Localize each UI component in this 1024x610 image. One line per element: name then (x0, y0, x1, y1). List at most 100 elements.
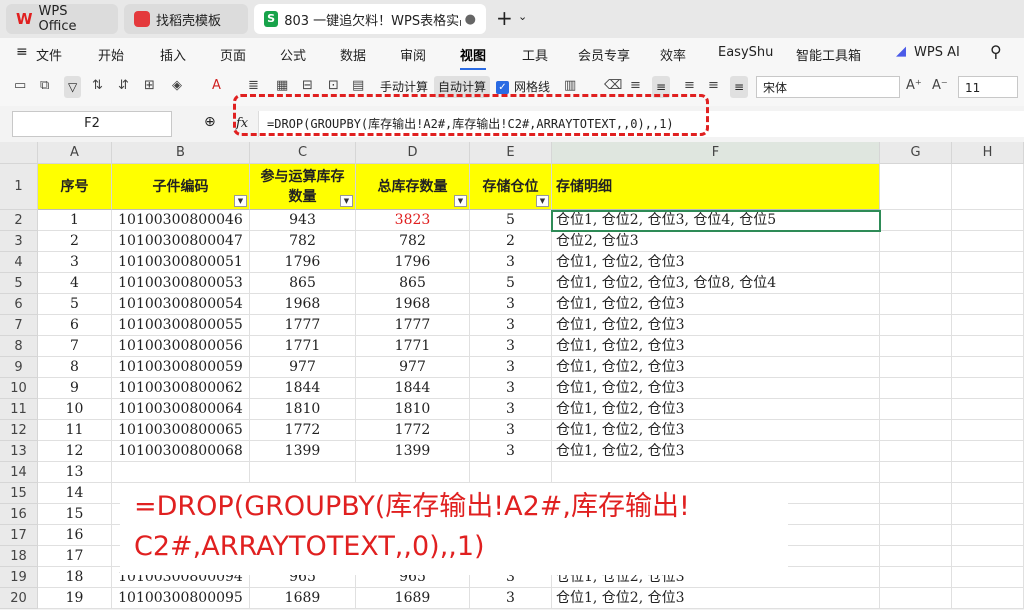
menu-review[interactable]: 审阅 (400, 45, 426, 64)
header-cell-code[interactable]: 子件编码 ▼ (112, 164, 250, 210)
empty-cell[interactable] (880, 441, 952, 462)
align-justify-icon[interactable]: ≡ (730, 76, 749, 98)
row-header[interactable]: 15 (0, 483, 38, 504)
cell-location-count[interactable]: 3 (470, 378, 552, 399)
freeze-icon[interactable]: ▦ (276, 78, 288, 93)
empty-cell[interactable] (880, 336, 952, 357)
paste-icon[interactable]: ▭ (14, 78, 26, 93)
cell-calc-qty[interactable]: 865 (250, 273, 356, 294)
header-cell-calc-qty[interactable]: 参与运算库存数量 ▼ (250, 164, 356, 210)
row-header[interactable]: 19 (0, 567, 38, 588)
font-size-select[interactable]: 11 (958, 76, 1018, 98)
cell-seq[interactable]: 14 (38, 483, 112, 504)
column-header-b[interactable]: B (112, 142, 250, 164)
empty-cell[interactable] (880, 252, 952, 273)
cell-code[interactable]: 10100300800046 (112, 210, 250, 231)
header-cell-seq[interactable]: 序号 (38, 164, 112, 210)
search-icon[interactable]: ⚲ (990, 42, 1002, 61)
align-center-icon[interactable]: ≡ (684, 78, 695, 93)
row-header[interactable]: 5 (0, 273, 38, 294)
row-header[interactable]: 6 (0, 294, 38, 315)
empty-cell[interactable] (880, 462, 952, 483)
filter-dropdown-icon[interactable]: ▼ (536, 195, 549, 207)
empty-cell[interactable] (952, 231, 1024, 252)
row-header[interactable]: 13 (0, 441, 38, 462)
cell-code[interactable] (112, 462, 250, 483)
cell-code[interactable]: 10100300800064 (112, 399, 250, 420)
menu-insert[interactable]: 插入 (160, 45, 186, 64)
menu-efficiency[interactable]: 效率 (660, 45, 686, 64)
cell-calc-qty[interactable]: 1810 (250, 399, 356, 420)
row-header[interactable]: 16 (0, 504, 38, 525)
gridlines-checkbox[interactable]: ✓ (496, 81, 509, 94)
header-cell-total-qty[interactable]: 总库存数量 ▼ (356, 164, 470, 210)
empty-cell[interactable] (880, 567, 952, 588)
cell-code[interactable]: 10100300800055 (112, 315, 250, 336)
cell-seq[interactable]: 13 (38, 462, 112, 483)
cell-location-detail[interactable]: 仓位1, 仓位2, 仓位3 (552, 315, 880, 336)
cell-seq[interactable]: 17 (38, 546, 112, 567)
cell-location-detail[interactable]: 仓位1, 仓位2, 仓位3 (552, 252, 880, 273)
tab-wps-office[interactable]: W WPS Office (6, 4, 118, 34)
cell-location-detail[interactable]: 仓位1, 仓位2, 仓位3 (552, 420, 880, 441)
cell-location-detail[interactable]: 仓位1, 仓位2, 仓位3 (552, 336, 880, 357)
empty-cell[interactable] (952, 504, 1024, 525)
empty-cell[interactable] (952, 273, 1024, 294)
cell-code[interactable]: 10100300800047 (112, 231, 250, 252)
column-header-h[interactable]: H (952, 142, 1024, 164)
cell-seq[interactable]: 6 (38, 315, 112, 336)
font-name-select[interactable]: 宋体 (756, 76, 900, 98)
cell-code[interactable]: 10100300800068 (112, 441, 250, 462)
cell-calc-qty[interactable]: 1772 (250, 420, 356, 441)
fill-color-icon[interactable]: ◈ (172, 78, 182, 93)
align-right-icon[interactable]: ≡ (708, 78, 719, 93)
empty-cell[interactable] (952, 357, 1024, 378)
menu-formula[interactable]: 公式 (280, 45, 306, 64)
cell-total-qty[interactable]: 1844 (356, 378, 470, 399)
cell-total-qty[interactable]: 3823 (356, 210, 470, 231)
empty-cell[interactable] (880, 210, 952, 231)
font-color-icon[interactable]: A (212, 78, 221, 93)
name-box[interactable]: F2 (12, 111, 172, 137)
cell-seq[interactable]: 5 (38, 294, 112, 315)
empty-cell[interactable] (952, 441, 1024, 462)
empty-cell[interactable] (952, 588, 1024, 609)
cell-total-qty[interactable]: 1968 (356, 294, 470, 315)
cell-location-count[interactable]: 5 (470, 210, 552, 231)
cell-total-qty[interactable] (356, 462, 470, 483)
sort-asc-icon[interactable]: ⇅ (92, 78, 103, 93)
cell-total-qty[interactable]: 1689 (356, 588, 470, 609)
empty-cell[interactable] (880, 357, 952, 378)
cell-calc-qty[interactable]: 1689 (250, 588, 356, 609)
copy-icon[interactable]: ⧉ (40, 78, 49, 93)
font-increase-icon[interactable]: A⁺ (906, 78, 922, 93)
cell-code[interactable]: 10100300800053 (112, 273, 250, 294)
empty-cell[interactable] (952, 567, 1024, 588)
empty-cell[interactable] (952, 252, 1024, 273)
font-decrease-icon[interactable]: A⁻ (932, 78, 948, 93)
cell-total-qty[interactable]: 1796 (356, 252, 470, 273)
row-header[interactable]: 9 (0, 357, 38, 378)
cell-location-detail[interactable]: 仓位1, 仓位2, 仓位3 (552, 357, 880, 378)
cell-location-detail[interactable]: 仓位1, 仓位2, 仓位3 (552, 441, 880, 462)
menu-tools[interactable]: 工具 (522, 45, 548, 64)
row-header[interactable]: 1 (0, 164, 38, 210)
cell-location-detail[interactable] (552, 462, 880, 483)
cell-calc-qty[interactable]: 943 (250, 210, 356, 231)
cell-code[interactable]: 10100300800095 (112, 588, 250, 609)
view-icon[interactable]: ⊡ (328, 78, 339, 93)
empty-cell[interactable] (952, 399, 1024, 420)
cell-calc-qty[interactable]: 1399 (250, 441, 356, 462)
empty-cell[interactable] (880, 483, 952, 504)
empty-cell[interactable] (952, 525, 1024, 546)
row-header[interactable]: 20 (0, 588, 38, 609)
cell-seq[interactable]: 1 (38, 210, 112, 231)
cell-location-count[interactable]: 3 (470, 336, 552, 357)
row-header[interactable]: 18 (0, 546, 38, 567)
cell-total-qty[interactable]: 1777 (356, 315, 470, 336)
align-top-icon[interactable]: ≡ (630, 78, 641, 93)
row-header[interactable]: 10 (0, 378, 38, 399)
cell-location-count[interactable]: 3 (470, 315, 552, 336)
empty-cell[interactable] (952, 336, 1024, 357)
empty-cell[interactable] (952, 315, 1024, 336)
